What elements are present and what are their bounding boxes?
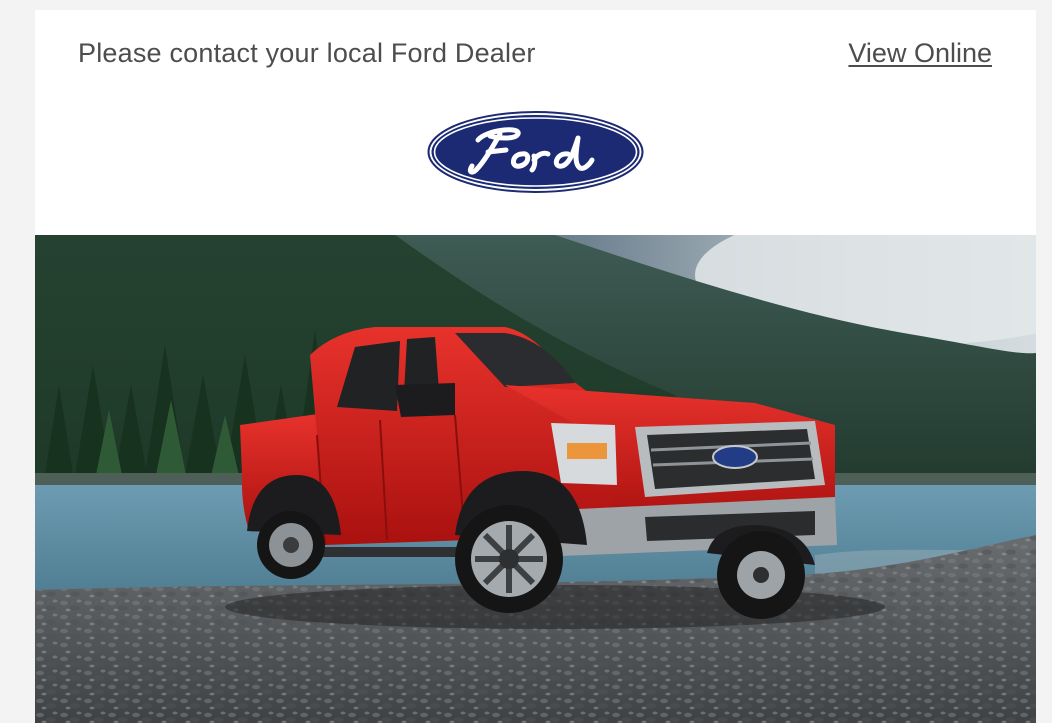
- email-container: Please contact your local Ford Dealer Vi…: [35, 10, 1036, 723]
- truck-photo: [35, 235, 1036, 723]
- contact-dealer-text: Please contact your local Ford Dealer: [78, 38, 536, 68]
- ford-oval-icon: [427, 111, 644, 193]
- ford-logo[interactable]: [426, 110, 645, 194]
- preheader: Please contact your local Ford Dealer Vi…: [35, 10, 1036, 100]
- hero-image[interactable]: [35, 235, 1036, 723]
- view-online-link[interactable]: View Online: [848, 38, 992, 69]
